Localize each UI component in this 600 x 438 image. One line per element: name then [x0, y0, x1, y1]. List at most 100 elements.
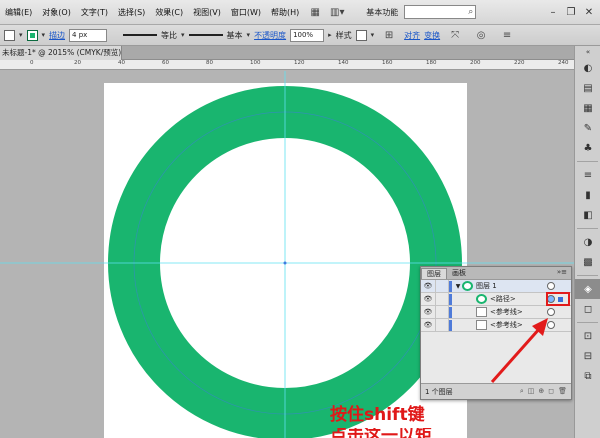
align-panel-icon[interactable]: ⊟	[575, 346, 600, 366]
menu-view[interactable]: 视图(V)	[188, 7, 226, 18]
bridge-icon[interactable]: ▦	[307, 5, 323, 19]
layers-panel-icon[interactable]: ◈	[575, 279, 600, 299]
control-bar: ▾ ▾ 描边 4 px 等比 ▾ 基本 ▾ 不透明度 100% ▸ 样式 ▾ ⊞…	[0, 25, 600, 46]
search-input[interactable]: ⌕	[404, 5, 477, 19]
gradient-icon[interactable]: ▮	[575, 185, 600, 205]
ruler-label: 0	[30, 60, 34, 66]
transparency-icon[interactable]: ◧	[575, 205, 600, 225]
lock-toggle[interactable]	[435, 292, 449, 306]
close-icon[interactable]: ✕	[580, 7, 598, 18]
stroke-weight-field[interactable]: 4 px	[69, 28, 108, 42]
horizontal-ruler[interactable]: 0 20 40 60 80 100 120 140 160 180 200 220 240	[0, 60, 574, 70]
brush-label[interactable]: 基本	[227, 30, 243, 41]
expand-triangle-icon[interactable]: ▼	[454, 283, 462, 290]
chevron-down-icon[interactable]: ▾	[181, 31, 185, 39]
chevron-down-icon[interactable]: ▾	[19, 31, 23, 39]
menu-edit[interactable]: 编辑(E)	[0, 7, 37, 18]
symbols-icon[interactable]: ♣	[575, 138, 600, 158]
arrange-documents-icon[interactable]: ▥▾	[329, 5, 345, 19]
color-guide-icon[interactable]: ▤	[575, 78, 600, 98]
color-panel-icon[interactable]: ◐	[575, 58, 600, 78]
menu-object[interactable]: 对象(O)	[37, 7, 76, 18]
lock-toggle[interactable]	[435, 279, 449, 293]
visibility-eye-icon[interactable]: 👁	[421, 308, 435, 316]
pathfinder-icon[interactable]: ⧉	[575, 366, 600, 386]
ruler-label: 20	[74, 60, 81, 66]
opacity-field[interactable]: 100%	[290, 28, 325, 42]
document-tab-bar: 未标题-1* @ 2015% (CMYK/预览)	[0, 46, 574, 60]
layer-color-bar	[449, 280, 452, 292]
panel-menu-icon[interactable]: »≡	[557, 268, 567, 276]
ruler-label: 160	[382, 60, 393, 66]
visibility-eye-icon[interactable]: 👁	[421, 282, 435, 290]
stroke-swatch[interactable]	[26, 29, 38, 41]
lock-toggle[interactable]	[435, 318, 449, 332]
opacity-link[interactable]: 不透明度	[254, 30, 286, 41]
layer-color-bar	[449, 319, 452, 331]
menu-bar: 编辑(E) 对象(O) 文字(T) 选择(S) 效果(C) 视图(V) 窗口(W…	[0, 0, 600, 25]
visibility-eye-icon[interactable]: 👁	[421, 295, 435, 303]
document-tab-title: 未标题-1* @ 2015% (CMYK/预览)	[2, 48, 122, 57]
layer-thumbnail	[462, 281, 473, 291]
chevron-down-icon[interactable]: ▾	[42, 31, 46, 39]
ruler-label: 240	[558, 60, 569, 66]
menu-window[interactable]: 窗口(W)	[226, 7, 266, 18]
isolate-icon[interactable]: ⤧	[447, 28, 463, 42]
right-panel-dock: « ◐ ▤ ▦ ✎ ♣ ≡ ▮ ◧ ◑ ▩ ◈ ◻ ⊡ ⊟ ⧉	[574, 46, 600, 438]
tab-layers[interactable]: 图层	[421, 268, 447, 279]
chevron-down-icon[interactable]: ▾	[247, 31, 251, 39]
center-point	[283, 261, 287, 265]
transform-panel-icon[interactable]: ⊡	[575, 326, 600, 346]
align-link[interactable]: 对齐	[404, 30, 420, 41]
artboards-panel-icon[interactable]: ◻	[575, 299, 600, 319]
recolor-icon[interactable]: ◎	[473, 28, 489, 42]
stroke-panel-icon[interactable]: ≡	[575, 165, 600, 185]
ruler-label: 200	[470, 60, 481, 66]
visibility-eye-icon[interactable]: 👁	[421, 321, 435, 329]
panel-menu-icon[interactable]: ≡	[499, 28, 515, 42]
layers-panel-tabs: 图层 画板 »≡	[421, 267, 571, 279]
profile-label[interactable]: 等比	[161, 30, 177, 41]
menu-help[interactable]: 帮助(H)	[266, 7, 304, 18]
style-label: 样式	[335, 30, 352, 40]
menu-select[interactable]: 选择(S)	[113, 7, 150, 18]
ruler-label: 180	[426, 60, 437, 66]
annotation-text-line1: 按住shift键	[330, 405, 425, 425]
menu-effect[interactable]: 效果(C)	[150, 7, 188, 18]
swatches-icon[interactable]: ▦	[575, 98, 600, 118]
lock-toggle[interactable]	[435, 305, 449, 319]
ruler-label: 60	[162, 60, 169, 66]
collapse-panels-icon[interactable]: «	[575, 46, 600, 58]
minimize-icon[interactable]: –	[544, 7, 562, 18]
brushes-icon[interactable]: ✎	[575, 118, 600, 138]
fill-swatch[interactable]	[4, 29, 15, 41]
layer-name[interactable]: 图层 1	[476, 281, 547, 291]
tab-artboards[interactable]: 画板	[447, 268, 471, 279]
graphic-style-swatch[interactable]	[355, 29, 367, 41]
appearance-icon[interactable]: ◑	[575, 232, 600, 252]
layer-count: 1 个图层	[425, 387, 453, 396]
target-circle-icon[interactable]	[547, 282, 555, 290]
chevron-down-icon[interactable]: ▾	[371, 31, 375, 39]
layer-color-bar	[449, 293, 452, 305]
brush-preview[interactable]	[188, 34, 223, 36]
search-icon: ⌕	[468, 7, 474, 17]
ruler-label: 120	[294, 60, 305, 66]
workspace-switcher[interactable]: 基本功能	[366, 7, 398, 18]
layer-color-bar	[449, 306, 452, 318]
restore-icon[interactable]: ❐	[562, 7, 580, 18]
annotation-arrow	[490, 318, 548, 383]
variable-width-profile-preview[interactable]	[123, 34, 158, 36]
ruler-label: 40	[118, 60, 125, 66]
global-edit-icon[interactable]: ⊞	[381, 28, 397, 42]
stroke-panel-link[interactable]: 描边	[49, 30, 65, 41]
annotation-text-line2: 点击这一以矩	[330, 428, 432, 438]
chevron-right-icon[interactable]: ▸	[328, 31, 332, 39]
transform-link[interactable]: 变换	[424, 30, 440, 41]
graphic-styles-icon[interactable]: ▩	[575, 252, 600, 272]
ruler-label: 140	[338, 60, 349, 66]
menu-type[interactable]: 文字(T)	[76, 7, 113, 18]
ruler-label: 100	[250, 60, 261, 66]
ruler-label: 80	[206, 60, 213, 66]
document-tab[interactable]: 未标题-1* @ 2015% (CMYK/预览)	[0, 46, 122, 60]
